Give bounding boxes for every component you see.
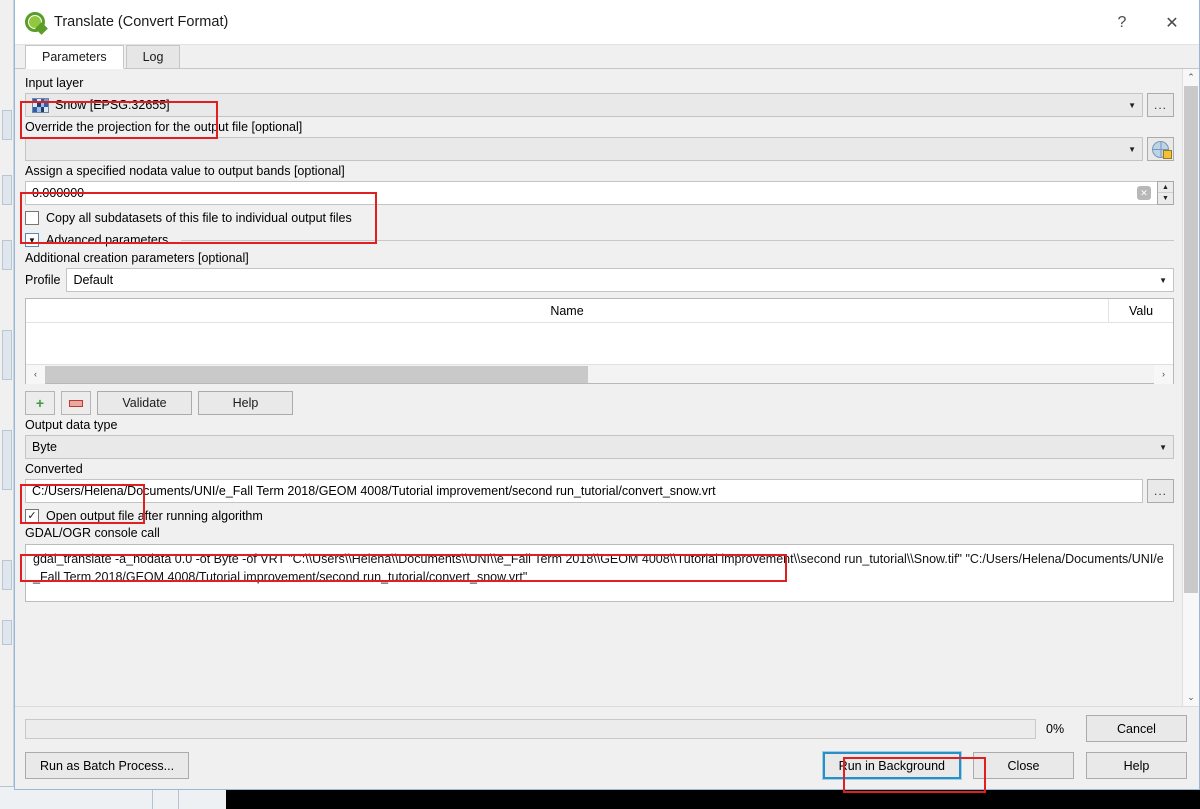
close-button[interactable]: Close [973,752,1074,779]
override-projection-row: ▼ [25,137,1174,161]
output-data-type-combo[interactable]: Byte ▼ [25,435,1174,459]
converted-browse-button[interactable]: ... [1147,479,1174,503]
nodata-label: Assign a specified nodata value to outpu… [25,164,345,178]
override-projection-label: Override the projection for the output f… [25,120,303,134]
scroll-left-icon[interactable]: ‹ [26,364,45,384]
copy-subdatasets-checkbox[interactable] [25,211,39,225]
run-as-batch-button[interactable]: Run as Batch Process... [25,752,190,779]
dialog-title: Translate (Convert Format) [54,14,229,30]
background-left-panel [0,0,14,809]
vscroll-track[interactable] [1183,86,1199,689]
chevron-down-icon[interactable]: ▼ [25,233,39,247]
table-toolbar: + Validate Help [25,391,1174,415]
tab-log[interactable]: Log [125,45,181,68]
advanced-parameters-label: Advanced parameters [46,233,169,247]
minus-icon [69,399,83,407]
chevron-down-icon: ▼ [1128,144,1136,154]
stepper-down-icon[interactable]: ▼ [1158,193,1173,204]
converted-label: Converted [25,462,83,476]
help-question-icon[interactable]: ? [1099,0,1145,45]
table-help-button[interactable]: Help [198,391,293,415]
dialog-titlebar: Translate (Convert Format) ? ✕ [15,0,1199,45]
group-divider [181,239,1174,241]
close-icon[interactable]: ✕ [1145,0,1199,45]
creation-parameters-table[interactable]: Name Valu ‹ › [25,298,1174,384]
clear-icon[interactable]: ✕ [1137,186,1151,200]
remove-parameter-button[interactable] [61,391,91,415]
validate-button[interactable]: Validate [97,391,192,415]
parameters-panel: Input layer Snow [EPSG:32655] ▼ ... Over… [15,69,1182,706]
tab-bar: Parameters Log [15,45,1199,69]
background-map-canvas [226,789,1200,809]
converted-path-input[interactable]: C:/Users/Helena/Documents/UNI/e_Fall Ter… [25,479,1143,503]
dialog-footer: 0% Cancel Run as Batch Process... Run in… [15,706,1199,789]
nodata-value: 0.000000 [32,186,85,200]
input-layer-row: Snow [EPSG:32655] ▼ ... [25,93,1174,117]
profile-value: Default [73,273,114,287]
input-layer-label: Input layer [25,76,84,90]
profile-row: Profile Default ▼ [25,268,1174,292]
cancel-button[interactable]: Cancel [1086,715,1187,742]
scroll-up-icon[interactable]: ⌃ [1183,69,1199,86]
footer-buttons: Run as Batch Process... Run in Backgroun… [25,751,1187,780]
profile-label: Profile [25,273,61,287]
plus-icon: + [35,395,45,411]
override-projection-combo[interactable]: ▼ [25,137,1143,161]
advanced-parameters-group[interactable]: ▼ Advanced parameters [25,233,1174,247]
hscroll-track[interactable] [45,365,1154,384]
open-output-row[interactable]: ✓ Open output file after running algorit… [25,509,1174,523]
progress-row: 0% Cancel [25,715,1187,742]
open-output-checkbox[interactable]: ✓ [25,509,39,523]
qgis-icon [25,12,48,35]
copy-subdatasets-row[interactable]: Copy all subdatasets of this file to ind… [25,211,1174,225]
table-body[interactable] [26,323,1173,364]
column-header-name[interactable]: Name [26,299,1109,322]
hscroll-thumb[interactable] [45,365,589,383]
output-data-type-label: Output data type [25,418,118,432]
scroll-down-icon[interactable]: ⌄ [1183,689,1199,706]
nodata-spinbox[interactable]: 0.000000 ✕ ▲ ▼ [25,181,1174,205]
nodata-stepper[interactable]: ▲ ▼ [1157,181,1174,205]
column-header-value[interactable]: Valu [1109,299,1173,322]
scroll-right-icon[interactable]: › [1154,364,1173,384]
panel-vertical-scrollbar[interactable]: ⌃ ⌄ [1182,69,1199,706]
converted-row: C:/Users/Helena/Documents/UNI/e_Fall Ter… [25,479,1174,503]
copy-subdatasets-label: Copy all subdatasets of this file to ind… [46,211,352,225]
stepper-up-icon[interactable]: ▲ [1158,182,1173,193]
table-header-row: Name Valu [26,299,1173,323]
add-parameter-button[interactable]: + [25,391,55,415]
console-call-label: GDAL/OGR console call [25,526,160,540]
progress-percent-label: 0% [1046,721,1065,736]
input-layer-combo[interactable]: Snow [EPSG:32655] ▼ [25,93,1143,117]
profile-combo[interactable]: Default ▼ [66,268,1174,292]
tab-parameters[interactable]: Parameters [25,45,124,69]
chevron-down-icon: ▼ [1128,100,1136,110]
content-wrapper: Input layer Snow [EPSG:32655] ▼ ... Over… [15,69,1199,706]
vscroll-thumb[interactable] [1184,86,1198,593]
chevron-down-icon: ▼ [1159,275,1167,285]
console-call-textarea[interactable]: gdal_translate -a_nodata 0.0 -ot Byte -o… [25,544,1174,602]
table-horizontal-scrollbar[interactable]: ‹ › [26,364,1173,384]
nodata-row: 0.000000 ✕ ▲ ▼ [25,181,1174,205]
chevron-down-icon: ▼ [1159,442,1167,452]
additional-creation-label: Additional creation parameters [optional… [25,251,249,265]
progress-bar [25,718,1036,739]
window-buttons: ? ✕ [1099,0,1199,45]
pencil-icon [1163,150,1172,159]
open-output-label: Open output file after running algorithm [46,509,263,523]
input-layer-browse-button[interactable]: ... [1147,93,1174,117]
output-data-type-value: Byte [32,440,58,454]
run-in-background-button[interactable]: Run in Background [821,751,963,780]
select-crs-button[interactable] [1147,137,1174,161]
footer-help-button[interactable]: Help [1086,752,1187,779]
translate-dialog: Translate (Convert Format) ? ✕ Parameter… [14,0,1200,790]
raster-layer-icon [32,97,49,113]
nodata-input[interactable]: 0.000000 ✕ [25,181,1157,205]
output-data-type-row: Byte ▼ [25,435,1174,459]
input-layer-value: Snow [EPSG:32655] [55,98,170,112]
